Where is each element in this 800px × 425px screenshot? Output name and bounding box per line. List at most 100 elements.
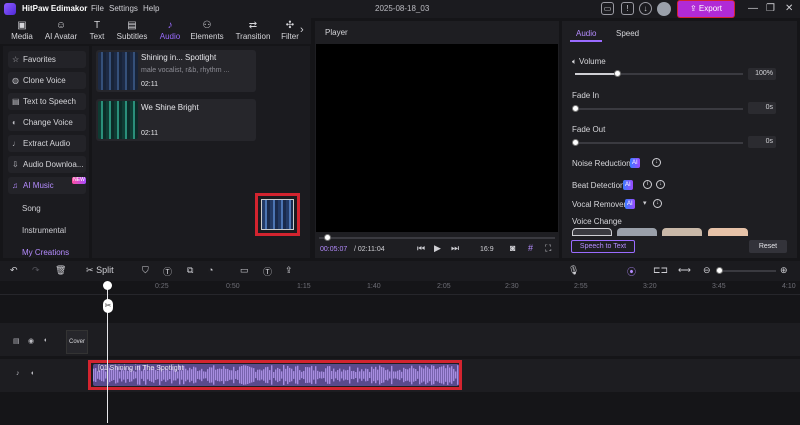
aspect-ratio[interactable]: 16:9 xyxy=(480,246,494,253)
playhead-handle[interactable] xyxy=(103,281,112,290)
avatar[interactable] xyxy=(657,2,671,16)
snapshot-icon[interactable]: ◙ xyxy=(510,243,515,253)
export-frame-icon[interactable]: ⇪ xyxy=(285,265,293,276)
voice-option[interactable] xyxy=(708,228,748,236)
ai-tag: AI xyxy=(630,158,640,168)
timeline-ruler[interactable] xyxy=(0,281,800,295)
fade-in-knob[interactable] xyxy=(572,105,579,112)
fade-out-value[interactable]: 0s xyxy=(748,136,776,148)
player-progress[interactable] xyxy=(319,237,555,239)
download-icon[interactable]: ↓ xyxy=(653,199,662,208)
grid-icon[interactable]: # xyxy=(528,243,533,253)
waveform-bar xyxy=(209,367,211,383)
sidebar-sub-my-creations[interactable]: My Creations xyxy=(22,248,69,257)
zoom-knob[interactable] xyxy=(716,267,723,274)
tab-text[interactable]: T Text xyxy=(85,20,109,41)
link-icon[interactable]: ⦿ xyxy=(627,265,636,278)
reset-button[interactable]: Reset xyxy=(749,240,787,253)
crop-icon[interactable]: ⧉ xyxy=(187,265,193,276)
voice-option[interactable] xyxy=(572,228,612,236)
waveform-bar xyxy=(215,369,217,381)
sidebar-item-extract-audio[interactable]: ♩ Extract Audio xyxy=(8,135,86,152)
delete-icon[interactable]: 🗑︎ xyxy=(55,265,66,276)
text-box-icon[interactable]: Ⓣ xyxy=(163,265,172,278)
voice-option[interactable] xyxy=(617,228,657,236)
player-progress-knob[interactable] xyxy=(324,234,331,241)
card-duration: 02:11 xyxy=(141,130,158,137)
download-icon[interactable]: ↓ xyxy=(656,180,665,189)
maximize-icon[interactable]: ❐ xyxy=(766,3,775,14)
snap-icon[interactable]: ⊏⊐ xyxy=(653,265,668,276)
screen-icon[interactable]: ▭ xyxy=(601,2,614,15)
download-icon[interactable]: ↓ xyxy=(639,2,652,15)
chevron-down-icon[interactable]: ▾ xyxy=(643,199,647,207)
redo-icon[interactable]: ↷ xyxy=(32,265,40,276)
download-icon[interactable]: ↓ xyxy=(652,158,661,167)
tab-ai-avatar[interactable]: ☺ AI Avatar xyxy=(40,20,82,41)
menu-settings[interactable]: Settings xyxy=(109,4,138,13)
next-frame-icon[interactable]: ⏭ xyxy=(451,243,459,254)
mic-icon[interactable]: 🎙︎ xyxy=(568,265,579,276)
chevron-right-icon[interactable]: › xyxy=(300,24,304,36)
undo-icon[interactable]: ↶ xyxy=(10,265,18,276)
sidebar-sub-instrumental[interactable]: Instrumental xyxy=(22,226,66,235)
scissors-icon[interactable]: ✂ xyxy=(103,299,113,313)
menu-help[interactable]: Help xyxy=(143,4,159,13)
waveform-bar xyxy=(371,366,373,384)
speed-icon[interactable]: ◔ xyxy=(208,265,213,275)
play-icon[interactable]: ▶ xyxy=(434,243,441,254)
feedback-icon[interactable]: ! xyxy=(621,2,634,15)
speaker-icon[interactable]: ◖ xyxy=(30,370,34,377)
waveform-bar xyxy=(185,368,187,382)
speaker-icon[interactable]: ◖ xyxy=(43,337,47,344)
floating-thumbnail[interactable] xyxy=(261,199,294,230)
eye-icon[interactable]: ◉ xyxy=(28,337,34,345)
sidebar-item-favorites[interactable]: ☆ Favorites xyxy=(8,51,86,68)
cover-button[interactable]: Cover xyxy=(66,330,88,354)
tab-subtitles[interactable]: ▤ Subtitles xyxy=(113,20,151,41)
fit-icon[interactable]: ⟷ xyxy=(678,265,691,276)
sidebar-item-clone-voice[interactable]: ◍ Clone Voice xyxy=(8,72,86,89)
prev-frame-icon[interactable]: ⏮ xyxy=(417,243,425,254)
tab-filter[interactable]: ✣ Filter xyxy=(279,20,301,41)
fade-out-knob[interactable] xyxy=(572,139,579,146)
tab-elements[interactable]: ⚇ Elements xyxy=(188,20,226,41)
subtitle-icon[interactable]: ▭ xyxy=(240,265,249,276)
info-icon[interactable]: i xyxy=(643,180,652,189)
speech-to-text-button[interactable]: Speech to Text xyxy=(571,240,635,253)
volume-value[interactable]: 100% xyxy=(748,68,776,80)
fullscreen-icon[interactable]: ⛶ xyxy=(545,243,551,254)
split-button[interactable]: ✂ Split xyxy=(86,265,114,276)
track-icon[interactable]: ▤ xyxy=(13,337,20,345)
video-track[interactable] xyxy=(0,323,800,356)
menu-file[interactable]: File xyxy=(91,4,104,13)
voice-option[interactable] xyxy=(662,228,702,236)
fade-out-slider[interactable] xyxy=(575,142,743,144)
fade-in-value[interactable]: 0s xyxy=(748,102,776,114)
tab-audio-props[interactable]: Audio xyxy=(576,29,596,38)
sidebar-item-change-voice[interactable]: ◐ Change Voice xyxy=(8,114,86,131)
zoom-in-icon[interactable]: ⊕ xyxy=(780,265,788,276)
app-logo-icon xyxy=(4,3,16,15)
export-button[interactable]: ⇪ Export xyxy=(678,1,734,17)
volume-knob[interactable] xyxy=(614,70,621,77)
sidebar-item-audio-download[interactable]: ⇩ Audio Downloa... xyxy=(8,156,86,173)
sidebar-sub-song[interactable]: Song xyxy=(22,204,41,213)
zoom-slider[interactable] xyxy=(716,270,776,272)
tab-transition[interactable]: ⇄ Transition xyxy=(232,20,274,41)
waveform-bar xyxy=(385,370,387,380)
tab-audio[interactable]: ♪ Audio xyxy=(154,20,186,41)
tab-speed[interactable]: Speed xyxy=(616,29,639,38)
close-icon[interactable]: ✕ xyxy=(785,3,793,14)
waveform-bar xyxy=(233,366,235,384)
fade-in-slider[interactable] xyxy=(575,108,743,110)
shield-icon[interactable]: ⛉ xyxy=(142,265,149,276)
waveform-bar xyxy=(361,369,363,381)
mic-icon: ♩ xyxy=(12,139,20,148)
tab-media[interactable]: ▣ Media xyxy=(7,20,37,41)
text-add-icon[interactable]: Ⓣ xyxy=(263,265,272,278)
zoom-out-icon[interactable]: ⊖ xyxy=(703,265,711,276)
sidebar-item-text-to-speech[interactable]: ▤ Text to Speech xyxy=(8,93,86,110)
waveform-bar xyxy=(271,365,273,385)
minimize-icon[interactable]: — xyxy=(748,3,758,14)
